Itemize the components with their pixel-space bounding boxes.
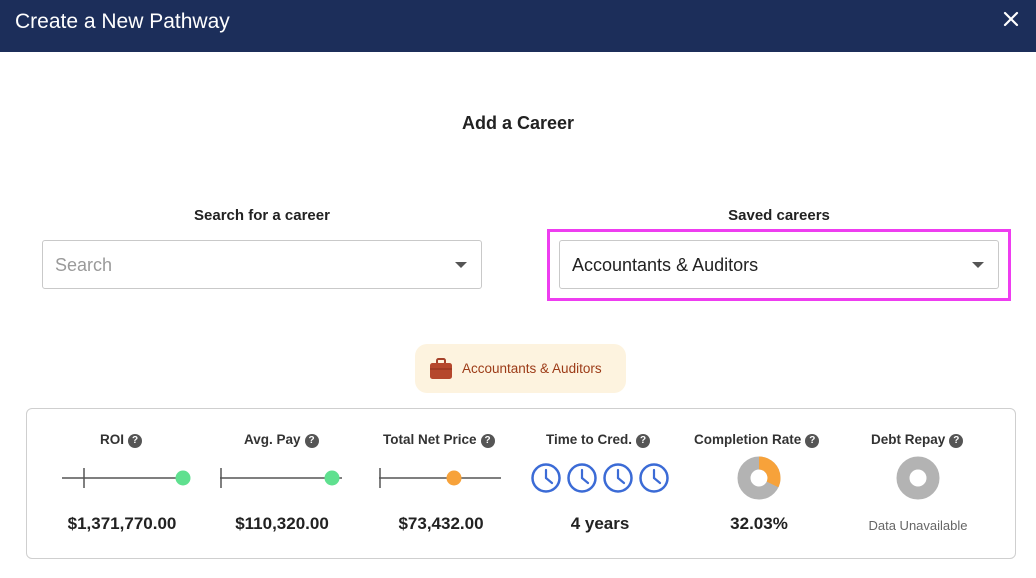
section-heading: Add a Career bbox=[461, 113, 575, 133]
briefcase-icon bbox=[430, 358, 452, 379]
time-to-cred-value: 4 years bbox=[570, 514, 630, 533]
net-price-gauge bbox=[379, 468, 501, 488]
chevron-down-icon[interactable] bbox=[972, 262, 984, 268]
debt-repay-donut bbox=[896, 456, 940, 500]
help-icon[interactable]: ? bbox=[128, 434, 143, 448]
clock-icon bbox=[567, 463, 597, 493]
help-icon[interactable]: ? bbox=[480, 434, 495, 448]
completion-rate-donut bbox=[737, 456, 781, 500]
search-label: Search for a career bbox=[194, 207, 330, 224]
net-price-label: Total Net Price? bbox=[383, 432, 495, 448]
completion-rate-label: Completion Rate? bbox=[694, 432, 820, 448]
debt-repay-note: Data Unavailable bbox=[868, 518, 968, 533]
help-icon[interactable]: ? bbox=[304, 434, 319, 448]
time-to-cred-label: Time to Cred.? bbox=[546, 432, 651, 448]
completion-rate-value: 32.03% bbox=[730, 514, 788, 533]
help-icon[interactable]: ? bbox=[805, 434, 820, 448]
career-chip-label: Accountants & Auditors bbox=[462, 361, 602, 376]
debt-repay-label: Debt Repay? bbox=[871, 432, 964, 448]
saved-careers-value: Accountants & Auditors bbox=[572, 255, 759, 275]
avg-pay-gauge bbox=[220, 468, 342, 488]
search-placeholder: Search bbox=[55, 255, 113, 275]
saved-careers-dropdown[interactable]: Accountants & Auditors bbox=[559, 240, 999, 289]
chevron-down-icon[interactable] bbox=[455, 262, 467, 268]
avg-pay-label: Avg. Pay? bbox=[244, 432, 319, 448]
roi-value: $1,371,770.00 bbox=[67, 514, 177, 533]
avg-pay-gauge-marker bbox=[324, 470, 340, 486]
dialog-title: Create a New Pathway bbox=[15, 10, 230, 33]
net-price-value: $73,432.00 bbox=[398, 514, 484, 533]
help-icon[interactable]: ? bbox=[636, 434, 651, 448]
time-to-cred-clocks bbox=[531, 463, 669, 493]
roi-gauge bbox=[62, 468, 191, 488]
clock-icon bbox=[531, 463, 561, 493]
roi-gauge-marker bbox=[175, 470, 191, 486]
saved-careers-label: Saved careers bbox=[728, 207, 830, 224]
avg-pay-value: $110,320.00 bbox=[235, 514, 329, 533]
clock-icon bbox=[639, 463, 669, 493]
selected-career-chip[interactable]: Accountants & Auditors bbox=[415, 344, 626, 393]
dialog-header: Create a New Pathway bbox=[0, 0, 1036, 52]
help-icon[interactable]: ? bbox=[949, 434, 964, 448]
close-icon[interactable] bbox=[1000, 8, 1022, 30]
career-search-dropdown[interactable]: Search bbox=[42, 240, 482, 289]
roi-label: ROI? bbox=[100, 432, 143, 448]
net-price-gauge-marker bbox=[446, 470, 462, 486]
clock-icon bbox=[603, 463, 633, 493]
